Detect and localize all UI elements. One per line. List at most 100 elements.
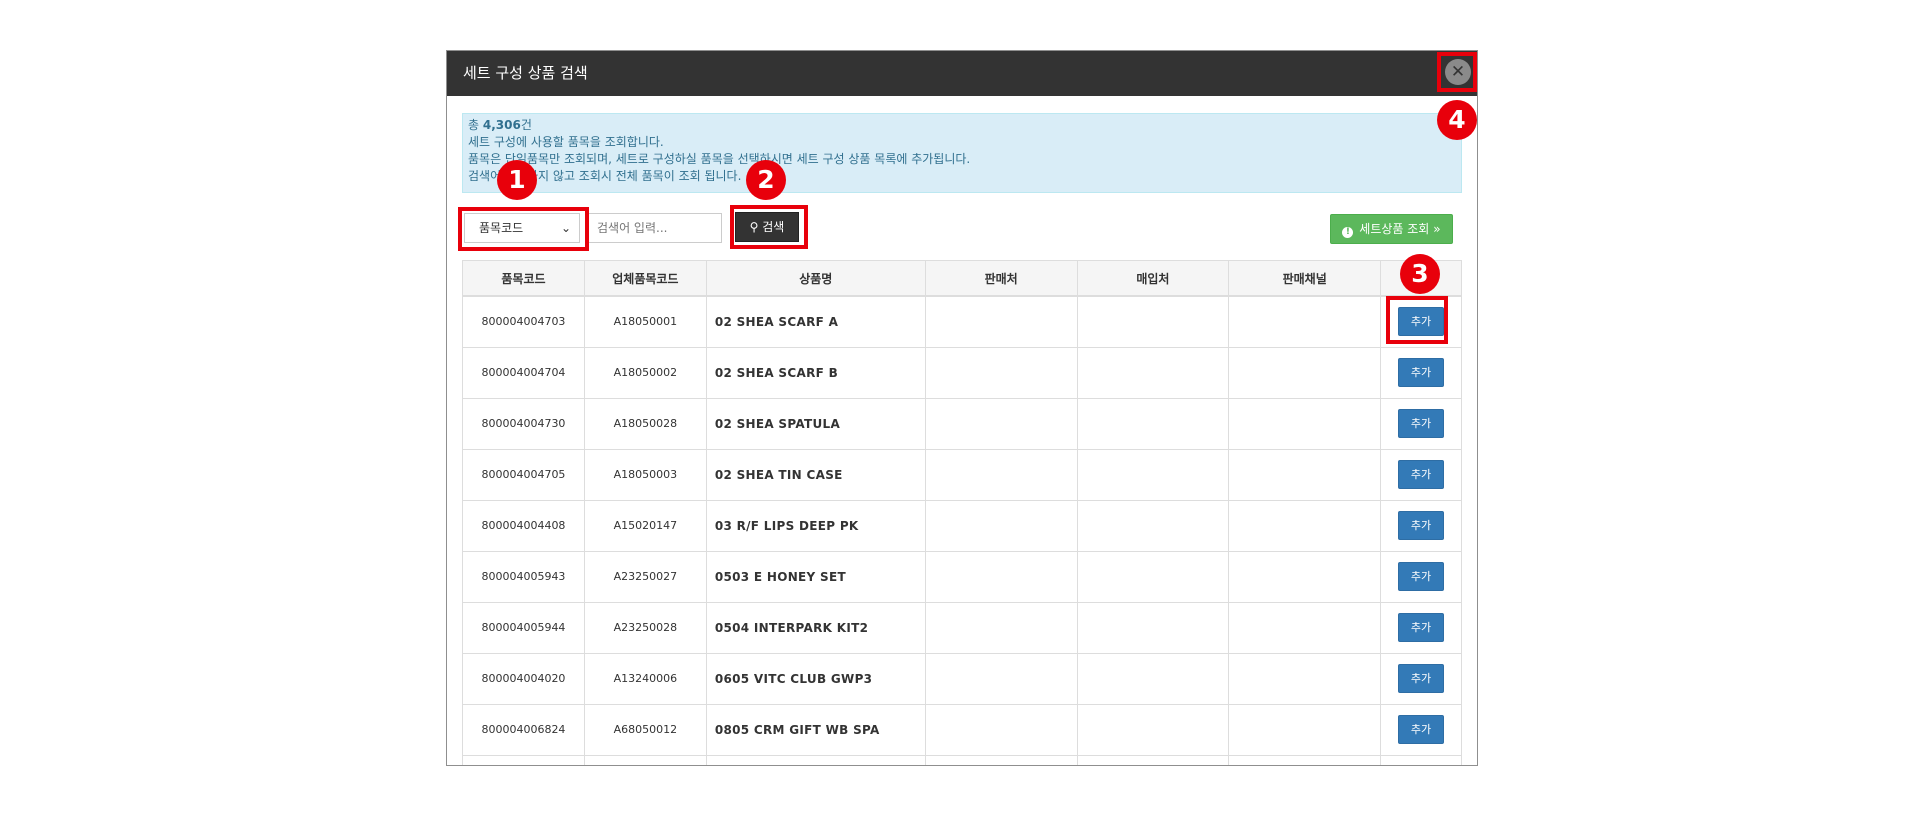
highlight-box-select: [458, 207, 589, 251]
marker-1: 1: [497, 160, 537, 200]
cell-vendor-code: A18050001: [583, 295, 707, 348]
cell-product-name: [705, 754, 926, 765]
cell-code: 800004004408: [462, 499, 585, 552]
cell-action: 추가: [1380, 652, 1462, 705]
table-row: 800004005944 A23250028 0504 INTERPARK KI…: [462, 601, 1462, 654]
cell-channel: [1228, 652, 1382, 705]
column-header: 매입처: [1076, 260, 1230, 297]
cell-purchaser: [1076, 499, 1230, 552]
cell-seller: [924, 295, 1078, 348]
total-prefix: 총: [468, 118, 483, 132]
cell-vendor-code: A23250028: [583, 601, 707, 654]
cell-seller: [924, 397, 1078, 450]
add-button[interactable]: 추가: [1398, 409, 1445, 438]
add-button[interactable]: 추가: [1398, 664, 1445, 693]
cell-product-name: 0503 E HONEY SET: [705, 550, 926, 603]
cell-code: 800004004730: [462, 397, 585, 450]
set-product-lookup-button[interactable]: ! 세트상품 조회 »: [1330, 214, 1453, 244]
total-suffix: 건: [520, 118, 532, 132]
cell-product-name: 0805 CRM GIFT WB SPA: [705, 703, 926, 756]
info-icon: !: [1342, 227, 1354, 238]
cell-purchaser: [1076, 652, 1230, 705]
cell-purchaser: [1076, 754, 1230, 765]
marker-2: 2: [746, 160, 786, 200]
cell-seller: [924, 703, 1078, 756]
cell-action: [1380, 754, 1462, 765]
add-button[interactable]: 추가: [1398, 613, 1445, 642]
cell-action: 추가: [1380, 703, 1462, 756]
cell-channel: [1228, 448, 1382, 501]
highlight-box-add: [1386, 296, 1448, 344]
cell-channel: [1228, 346, 1382, 399]
table-row: 800004004705 A18050003 02 SHEA TIN CASE …: [462, 448, 1462, 501]
info-line-3: 검색어 입력하지 않고 조회시 전체 품목이 조회 됩니다.: [468, 169, 742, 183]
table-header-row: 품목코드 업체품목코드 상품명 판매처 매입처 판매채널: [462, 260, 1462, 297]
add-button[interactable]: 추가: [1398, 562, 1445, 591]
cell-vendor-code: A18050002: [583, 346, 707, 399]
table-row: 800004005943 A23250027 0503 E HONEY SET …: [462, 550, 1462, 603]
cell-purchaser: [1076, 397, 1230, 450]
info-line-2: 품목은 단일품목만 조회되며, 세트로 구성하실 품목을 선택하시면 세트 구성…: [468, 152, 971, 166]
cell-seller: [924, 601, 1078, 654]
cell-code: 800004004704: [462, 346, 585, 399]
cell-action: 추가: [1380, 550, 1462, 603]
cell-action: 추가: [1380, 448, 1462, 501]
cell-purchaser: [1076, 550, 1230, 603]
column-header: 업체품목코드: [583, 260, 707, 297]
cell-action: 추가: [1380, 346, 1462, 399]
product-table: 품목코드 업체품목코드 상품명 판매처 매입처 판매채널 80000400470…: [462, 260, 1462, 765]
cell-product-name: 02 SHEA SCARF B: [705, 346, 926, 399]
column-header: 판매채널: [1228, 260, 1382, 297]
cell-action: 추가: [1380, 397, 1462, 450]
cell-vendor-code: A18050028: [583, 397, 707, 450]
table-row: 800004004730 A18050028 02 SHEA SPATULA 추…: [462, 397, 1462, 450]
cell-product-name: 02 SHEA SCARF A: [705, 295, 926, 348]
cell-purchaser: [1076, 601, 1230, 654]
highlight-box-search: [730, 205, 808, 249]
cell-code: [462, 754, 585, 765]
cell-channel: [1228, 550, 1382, 603]
cell-channel: [1228, 397, 1382, 450]
cell-purchaser: [1076, 346, 1230, 399]
cell-action: 추가: [1380, 499, 1462, 552]
cell-code: 800004004020: [462, 652, 585, 705]
modal-header: 세트 구성 상품 검색 ✕: [447, 51, 1477, 96]
cell-purchaser: [1076, 703, 1230, 756]
search-input[interactable]: [588, 213, 722, 243]
cell-vendor-code: [583, 754, 707, 765]
cell-seller: [924, 754, 1078, 765]
info-line-1: 세트 구성에 사용할 품목을 조회합니다.: [468, 135, 664, 149]
table-row: 800004006824 A68050012 0805 CRM GIFT WB …: [462, 703, 1462, 756]
table-row: 800004004704 A18050002 02 SHEA SCARF B 추…: [462, 346, 1462, 399]
cell-code: 800004004705: [462, 448, 585, 501]
cell-channel: [1228, 499, 1382, 552]
cell-code: 800004004703: [462, 295, 585, 348]
marker-3: 3: [1400, 254, 1440, 294]
product-search-modal: 세트 구성 상품 검색 ✕ 총 4,306건 세트 구성에 사용할 품목을 조회…: [446, 50, 1478, 766]
cell-purchaser: [1076, 448, 1230, 501]
table-row: 800004004408 A15020147 03 R/F LIPS DEEP …: [462, 499, 1462, 552]
cell-product-name: 02 SHEA SPATULA: [705, 397, 926, 450]
cell-product-name: 02 SHEA TIN CASE: [705, 448, 926, 501]
add-button[interactable]: 추가: [1398, 460, 1445, 489]
marker-4: 4: [1437, 100, 1477, 140]
cell-channel: [1228, 703, 1382, 756]
cell-vendor-code: A68050012: [583, 703, 707, 756]
add-button[interactable]: 추가: [1398, 511, 1445, 540]
cell-seller: [924, 448, 1078, 501]
total-count: 4,306: [482, 118, 521, 132]
add-button[interactable]: 추가: [1398, 358, 1445, 387]
cell-seller: [924, 652, 1078, 705]
column-header: 품목코드: [462, 260, 585, 297]
double-chevron-right-icon: »: [1433, 222, 1441, 236]
cell-vendor-code: A13240006: [583, 652, 707, 705]
cell-code: 800004005944: [462, 601, 585, 654]
cell-product-name: 0605 VITC CLUB GWP3: [705, 652, 926, 705]
cell-product-name: 0504 INTERPARK KIT2: [705, 601, 926, 654]
cell-seller: [924, 550, 1078, 603]
cell-action: 추가: [1380, 601, 1462, 654]
add-button[interactable]: 추가: [1398, 715, 1445, 744]
cell-vendor-code: A15020147: [583, 499, 707, 552]
set-button-label: 세트상품 조회: [1359, 222, 1430, 236]
cell-channel: [1228, 295, 1382, 348]
